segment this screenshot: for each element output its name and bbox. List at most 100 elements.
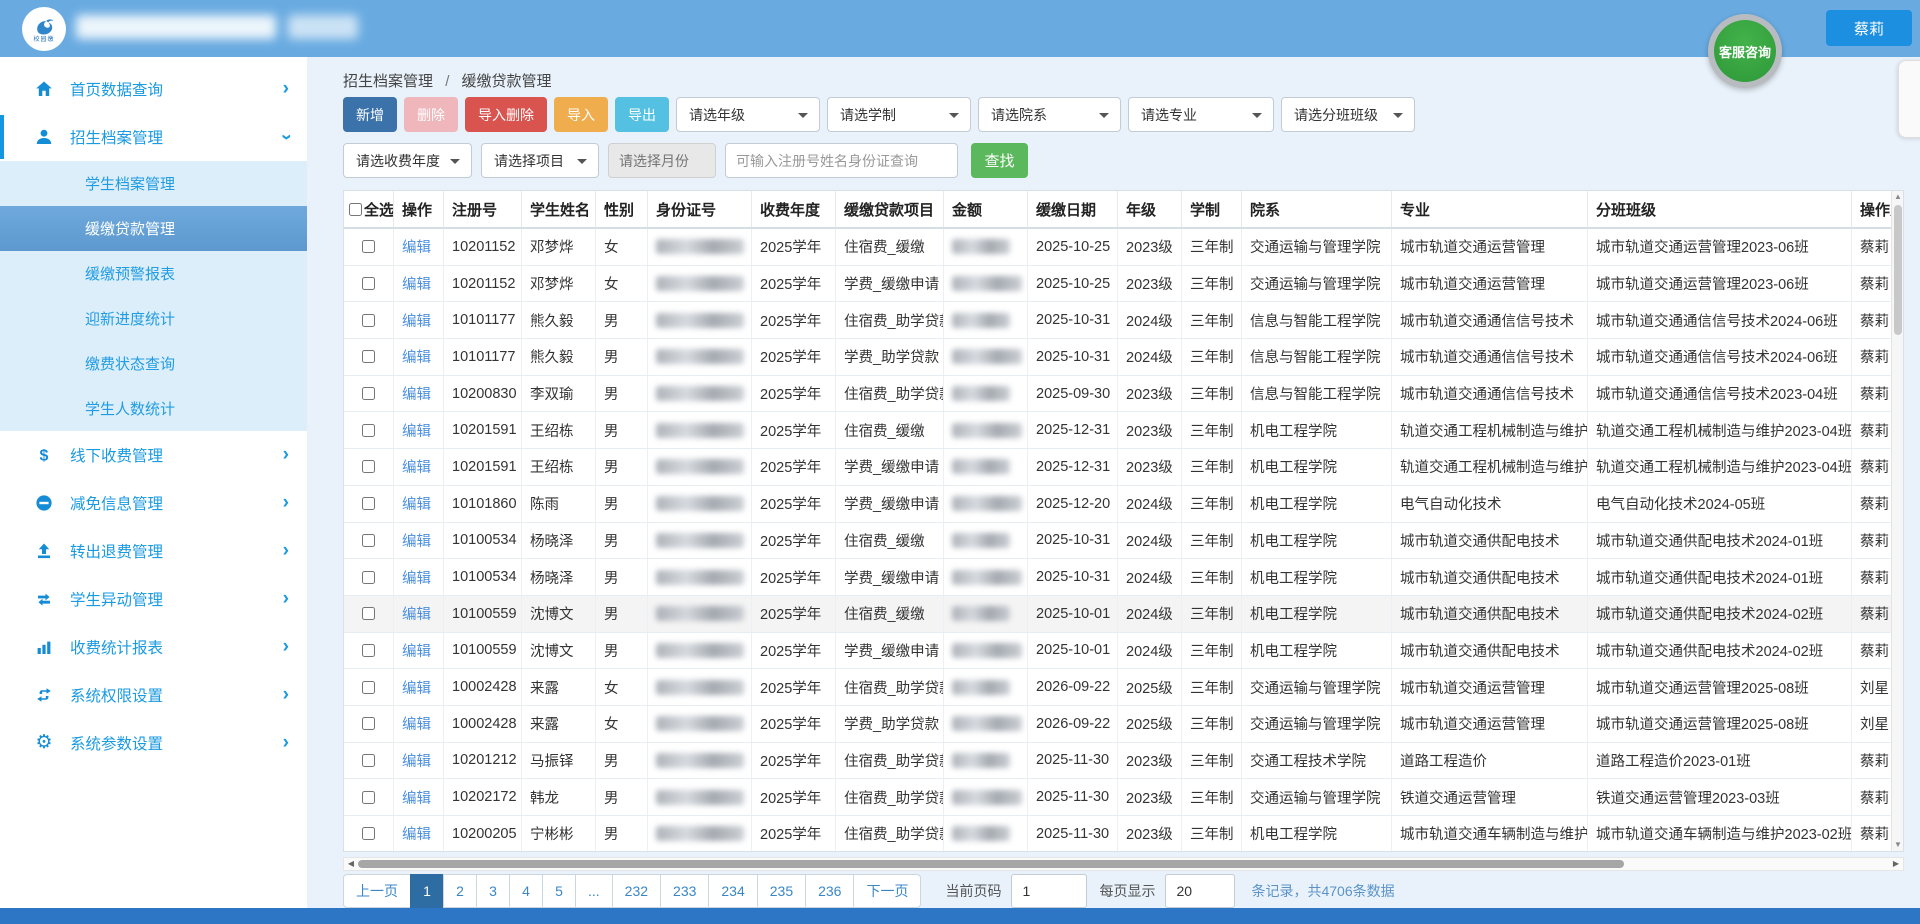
- page-button-235[interactable]: 235: [757, 874, 806, 908]
- sidebar-item-1[interactable]: 招生档案管理›: [0, 113, 307, 161]
- select-all-checkbox[interactable]: [349, 203, 362, 216]
- row-checkbox[interactable]: [362, 681, 375, 694]
- sidebar-item-8[interactable]: ⚙系统参数设置›: [0, 719, 307, 767]
- vertical-scrollbar[interactable]: ▲ ▼: [1891, 191, 1903, 851]
- prev-page-button[interactable]: 上一页: [343, 874, 411, 908]
- amount-redacted: [952, 313, 1010, 328]
- major-select[interactable]: 请选专业: [1128, 97, 1274, 132]
- search-button[interactable]: 查找: [971, 143, 1028, 178]
- edit-link[interactable]: 编辑: [402, 677, 431, 698]
- edit-link[interactable]: 编辑: [402, 273, 431, 294]
- edit-link[interactable]: 编辑: [402, 420, 431, 441]
- edge-widget-handle[interactable]: [1898, 60, 1920, 138]
- edit-link[interactable]: 编辑: [402, 493, 431, 514]
- edit-link[interactable]: 编辑: [402, 310, 431, 331]
- search-input[interactable]: [725, 143, 958, 178]
- college-select[interactable]: 请选院系: [978, 97, 1121, 132]
- row-checkbox[interactable]: [362, 460, 375, 473]
- edit-link[interactable]: 编辑: [402, 456, 431, 477]
- sidebar-subitem-3[interactable]: 迎新进度统计: [0, 296, 307, 341]
- row-checkbox[interactable]: [362, 534, 375, 547]
- action-button-2[interactable]: 导入删除: [465, 97, 547, 132]
- edit-link[interactable]: 编辑: [402, 346, 431, 367]
- chevron-right-icon: ›: [283, 686, 289, 704]
- action-button-3[interactable]: 导入: [554, 97, 608, 132]
- fee-item-select[interactable]: 请选择项目: [481, 143, 599, 178]
- action-button-4[interactable]: 导出: [615, 97, 669, 132]
- row-checkbox[interactable]: [362, 717, 375, 730]
- action-button-1[interactable]: 删除: [404, 97, 458, 132]
- sidebar-subitem-5[interactable]: 学生人数统计: [0, 386, 307, 431]
- customer-service-button[interactable]: 客服咨询: [1708, 14, 1782, 88]
- page-button-232[interactable]: 232: [612, 874, 661, 908]
- sidebar-item-0[interactable]: 首页数据查询›: [0, 65, 307, 113]
- scroll-right-arrow-icon[interactable]: ▶: [1889, 858, 1903, 870]
- page-button-233[interactable]: 233: [660, 874, 709, 908]
- page-button-234[interactable]: 234: [708, 874, 757, 908]
- row-checkbox[interactable]: [362, 424, 375, 437]
- edit-link[interactable]: 编辑: [402, 823, 431, 844]
- row-checkbox[interactable]: [362, 314, 375, 327]
- edit-link[interactable]: 编辑: [402, 567, 431, 588]
- cell-fee-year: 2025学年: [752, 229, 836, 265]
- edit-link[interactable]: 编辑: [402, 383, 431, 404]
- next-page-button[interactable]: 下一页: [853, 874, 921, 908]
- row-checkbox[interactable]: [362, 791, 375, 804]
- month-select[interactable]: [608, 143, 716, 178]
- edit-link[interactable]: 编辑: [402, 530, 431, 551]
- user-button[interactable]: 蔡莉: [1826, 10, 1912, 46]
- edit-link[interactable]: 编辑: [402, 787, 431, 808]
- fee-year-select[interactable]: 请选收费年度: [343, 143, 472, 178]
- row-checkbox[interactable]: [362, 497, 375, 510]
- row-checkbox[interactable]: [362, 277, 375, 290]
- sidebar-item-4[interactable]: 转出退费管理›: [0, 527, 307, 575]
- horizontal-scrollbar[interactable]: ◀ ▶: [343, 857, 1904, 871]
- sidebar-subitem-2[interactable]: 缓缴预警报表: [0, 251, 307, 296]
- page-button-2[interactable]: 2: [443, 874, 477, 908]
- scroll-down-arrow-icon[interactable]: ▼: [1892, 839, 1904, 851]
- page-button-5[interactable]: 5: [542, 874, 576, 908]
- cell-name: 来露: [522, 669, 596, 705]
- row-checkbox[interactable]: [362, 350, 375, 363]
- page-button-3[interactable]: 3: [476, 874, 510, 908]
- sidebar-item-7[interactable]: 系统权限设置›: [0, 671, 307, 719]
- page-size-input[interactable]: [1165, 874, 1235, 908]
- edit-link[interactable]: 编辑: [402, 603, 431, 624]
- sidebar-item-3[interactable]: 减免信息管理›: [0, 479, 307, 527]
- upload-icon: [34, 541, 54, 561]
- sidebar-item-5[interactable]: 学生异动管理›: [0, 575, 307, 623]
- row-checkbox[interactable]: [362, 607, 375, 620]
- system-select[interactable]: 请选学制: [827, 97, 971, 132]
- cell-gender: 女: [596, 266, 648, 302]
- customer-service-inner: 客服咨询: [1714, 20, 1776, 82]
- edit-link[interactable]: 编辑: [402, 236, 431, 257]
- vertical-scroll-thumb[interactable]: [1894, 205, 1902, 335]
- class-select[interactable]: 请选分班班级: [1281, 97, 1415, 132]
- row-checkbox[interactable]: [362, 387, 375, 400]
- scroll-up-arrow-icon[interactable]: ▲: [1892, 191, 1904, 203]
- row-checkbox[interactable]: [362, 571, 375, 584]
- sidebar-subitem-0[interactable]: 学生档案管理: [0, 161, 307, 206]
- scroll-left-arrow-icon[interactable]: ◀: [344, 858, 358, 870]
- page-button-236[interactable]: 236: [805, 874, 854, 908]
- row-checkbox-cell: [344, 706, 394, 742]
- sidebar-item-2[interactable]: $线下收费管理›: [0, 431, 307, 479]
- row-checkbox[interactable]: [362, 754, 375, 767]
- row-checkbox[interactable]: [362, 644, 375, 657]
- page-ellipsis[interactable]: ...: [575, 874, 613, 908]
- page-button-4[interactable]: 4: [509, 874, 543, 908]
- page-button-1[interactable]: 1: [410, 874, 444, 908]
- horizontal-scroll-thumb[interactable]: [358, 860, 1624, 868]
- row-checkbox[interactable]: [362, 827, 375, 840]
- action-button-0[interactable]: 新增: [343, 97, 397, 132]
- edit-link[interactable]: 编辑: [402, 640, 431, 661]
- edit-link[interactable]: 编辑: [402, 713, 431, 734]
- sidebar-item-6[interactable]: 收费统计报表›: [0, 623, 307, 671]
- sidebar-subitem-1[interactable]: 缓缴贷款管理: [0, 206, 307, 251]
- breadcrumb-parent[interactable]: 招生档案管理: [343, 73, 433, 90]
- current-page-input[interactable]: [1011, 874, 1087, 908]
- edit-link[interactable]: 编辑: [402, 750, 431, 771]
- row-checkbox[interactable]: [362, 240, 375, 253]
- grade-select[interactable]: 请选年级: [676, 97, 820, 132]
- sidebar-subitem-4[interactable]: 缴费状态查询: [0, 341, 307, 386]
